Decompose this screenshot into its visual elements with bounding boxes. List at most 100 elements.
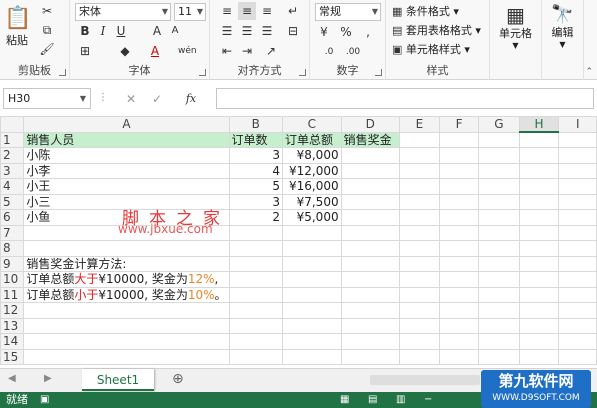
cell-c11[interactable] bbox=[281, 286, 342, 303]
font-size-combo[interactable]: 11 ▼ bbox=[174, 3, 206, 21]
formula-input[interactable] bbox=[216, 88, 594, 109]
cell-b8[interactable] bbox=[228, 240, 283, 257]
normal-view-icon[interactable]: ▦ bbox=[340, 392, 349, 408]
cell-e10[interactable] bbox=[399, 271, 440, 288]
cell-c1[interactable]: 订单总额 bbox=[281, 131, 342, 148]
cell-g13[interactable] bbox=[478, 317, 520, 334]
cell-b11[interactable] bbox=[228, 286, 283, 303]
align-right-icon[interactable]: ☰ bbox=[258, 22, 276, 40]
cell-g12[interactable] bbox=[478, 302, 520, 319]
cell-styles-button[interactable]: ▣ 单元格样式 ▾ bbox=[392, 41, 470, 59]
cell-b4[interactable]: 5 bbox=[228, 178, 283, 195]
cell-c6[interactable]: ¥5,000 bbox=[281, 209, 342, 226]
column-header-i[interactable]: I bbox=[558, 116, 597, 133]
fill-color-icon[interactable]: ◆ bbox=[116, 42, 134, 60]
collapse-ribbon-icon[interactable]: ⌃ bbox=[585, 67, 593, 77]
cells-group[interactable]: ▦ 单元格 ▼ bbox=[490, 0, 542, 80]
decrease-indent-icon[interactable]: ⇤ bbox=[218, 42, 236, 60]
cell-h13[interactable] bbox=[518, 317, 560, 334]
cell-h7[interactable] bbox=[518, 224, 560, 241]
row-header[interactable]: 10 bbox=[0, 271, 25, 288]
number-launcher[interactable] bbox=[375, 69, 382, 76]
cell-e2[interactable] bbox=[399, 147, 440, 164]
cell-a12[interactable] bbox=[23, 302, 230, 319]
cell-b14[interactable] bbox=[228, 333, 283, 350]
cell-h2[interactable] bbox=[518, 147, 560, 164]
macro-record-icon[interactable]: ▣ bbox=[40, 392, 49, 408]
copy-icon[interactable]: ⧉ bbox=[38, 21, 56, 39]
cell-i10[interactable] bbox=[558, 271, 597, 288]
align-center-icon[interactable]: ☰ bbox=[238, 22, 256, 40]
column-header-g[interactable]: G bbox=[478, 116, 520, 133]
cell-h10[interactable] bbox=[518, 271, 560, 288]
cell-d8[interactable] bbox=[340, 240, 401, 257]
row-header[interactable]: 12 bbox=[0, 302, 25, 319]
row-header[interactable]: 2 bbox=[0, 147, 25, 164]
cell-i9[interactable] bbox=[558, 255, 597, 272]
cell-i2[interactable] bbox=[558, 147, 597, 164]
cut-icon[interactable]: ✂ bbox=[38, 2, 56, 20]
cell-a8[interactable] bbox=[23, 240, 230, 257]
cell-i8[interactable] bbox=[558, 240, 597, 257]
cell-a15[interactable] bbox=[23, 348, 230, 365]
cell-i4[interactable] bbox=[558, 178, 597, 195]
cell-a11[interactable]: 订单总额小于¥10000, 奖金为10%。 bbox=[23, 286, 230, 303]
row-header[interactable]: 7 bbox=[0, 224, 25, 241]
cell-c4[interactable]: ¥16,000 bbox=[281, 178, 342, 195]
cell-h15[interactable] bbox=[518, 348, 560, 365]
row-header[interactable]: 8 bbox=[0, 240, 25, 257]
paste-button[interactable]: 📋 粘贴 bbox=[4, 6, 31, 50]
cell-f3[interactable] bbox=[438, 162, 480, 179]
cell-f5[interactable] bbox=[438, 193, 480, 210]
align-left-icon[interactable]: ☰ bbox=[218, 22, 236, 40]
row-header[interactable]: 11 bbox=[0, 286, 25, 303]
editing-group[interactable]: 🔭 编辑 ▼ bbox=[542, 0, 584, 80]
cell-c14[interactable] bbox=[281, 333, 342, 350]
cell-d1[interactable]: 销售奖金 bbox=[340, 131, 401, 148]
select-all-corner[interactable] bbox=[0, 116, 25, 133]
cell-b7[interactable] bbox=[228, 224, 283, 241]
cell-c7[interactable] bbox=[281, 224, 342, 241]
row-header[interactable]: 15 bbox=[0, 348, 25, 365]
cell-h9[interactable] bbox=[518, 255, 560, 272]
sheet-tab-sheet1[interactable]: Sheet1 bbox=[82, 369, 154, 391]
cell-f13[interactable] bbox=[438, 317, 480, 334]
clipboard-launcher[interactable] bbox=[59, 69, 66, 76]
column-header-d[interactable]: D bbox=[340, 116, 401, 133]
cell-d13[interactable] bbox=[340, 317, 401, 334]
cell-f12[interactable] bbox=[438, 302, 480, 319]
increase-indent-icon[interactable]: ⇥ bbox=[238, 42, 256, 60]
cell-f7[interactable] bbox=[438, 224, 480, 241]
cell-e15[interactable] bbox=[399, 348, 440, 365]
cell-d7[interactable] bbox=[340, 224, 401, 241]
cell-g2[interactable] bbox=[478, 147, 520, 164]
cell-c5[interactable]: ¥7,500 bbox=[281, 193, 342, 210]
cell-f9[interactable] bbox=[438, 255, 480, 272]
cell-g9[interactable] bbox=[478, 255, 520, 272]
cell-a9[interactable]: 销售奖金计算方法: bbox=[23, 255, 230, 272]
shrink-font-icon[interactable]: A bbox=[166, 22, 184, 40]
cell-b15[interactable] bbox=[228, 348, 283, 365]
cell-f2[interactable] bbox=[438, 147, 480, 164]
cell-h6[interactable] bbox=[518, 209, 560, 226]
cell-h11[interactable] bbox=[518, 286, 560, 303]
cell-f8[interactable] bbox=[438, 240, 480, 257]
cell-b5[interactable]: 3 bbox=[228, 193, 283, 210]
cell-g1[interactable] bbox=[478, 131, 520, 148]
enter-icon[interactable]: ✓ bbox=[148, 90, 166, 108]
cell-d9[interactable] bbox=[340, 255, 401, 272]
cell-i12[interactable] bbox=[558, 302, 597, 319]
cell-g15[interactable] bbox=[478, 348, 520, 365]
row-header[interactable]: 13 bbox=[0, 317, 25, 334]
row-header[interactable]: 6 bbox=[0, 209, 25, 226]
name-box[interactable]: H30 ▼ bbox=[3, 88, 91, 109]
add-sheet-icon[interactable]: ⊕ bbox=[172, 371, 184, 387]
cell-i13[interactable] bbox=[558, 317, 597, 334]
cell-d14[interactable] bbox=[340, 333, 401, 350]
cell-g3[interactable] bbox=[478, 162, 520, 179]
row-header[interactable]: 1 bbox=[0, 131, 25, 148]
cell-b13[interactable] bbox=[228, 317, 283, 334]
bold-button[interactable]: B bbox=[76, 22, 94, 40]
column-header-h[interactable]: H bbox=[518, 116, 560, 133]
number-format-combo[interactable]: 常规 ▼ bbox=[315, 3, 381, 21]
